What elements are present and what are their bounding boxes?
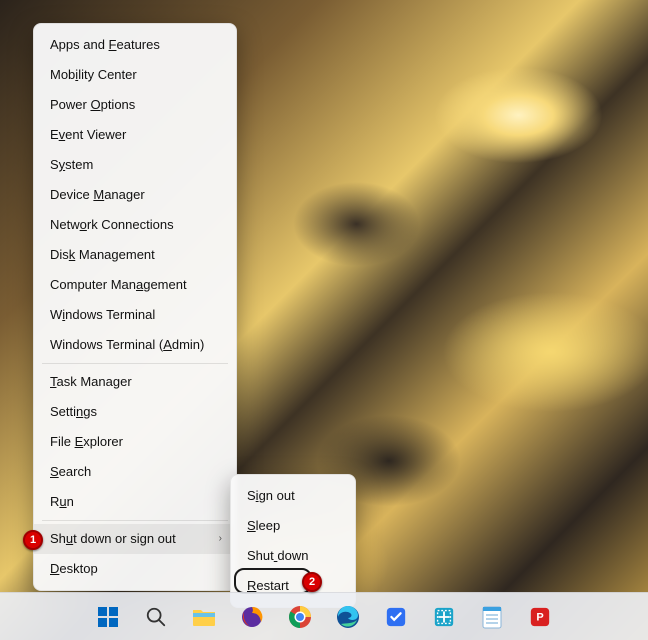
winx-item-computer-management[interactable]: Computer Management [34, 270, 236, 300]
menu-separator [42, 520, 228, 521]
menu-separator [42, 363, 228, 364]
menu-item-label: Power Options [50, 90, 222, 120]
folder-icon [192, 606, 216, 628]
menu-item-label: Search [50, 457, 222, 487]
edge-icon [336, 605, 360, 629]
annotation-badge-2-label: 2 [309, 576, 315, 588]
firefox-icon [240, 605, 264, 629]
menu-item-label: Run [50, 487, 222, 517]
winx-item-windows-terminal[interactable]: Windows Terminal [34, 300, 236, 330]
winx-item-desktop[interactable]: Desktop [34, 554, 236, 584]
menu-item-label: Windows Terminal [50, 300, 222, 330]
annotation-badge-2: 2 [302, 572, 322, 592]
menu-item-label: Shut down or sign out [50, 524, 219, 554]
menu-item-label: Computer Management [50, 270, 222, 300]
pdf-icon: P [529, 606, 551, 628]
screenshot-icon [433, 606, 455, 628]
shutdown-item-sign-out[interactable]: Sign out [231, 481, 355, 511]
windows-icon [96, 605, 120, 629]
start-button[interactable] [88, 597, 128, 637]
edge-button[interactable] [328, 597, 368, 637]
menu-item-label: File Explorer [50, 427, 222, 457]
notepad-button[interactable] [472, 597, 512, 637]
winx-item-shut-down-or-sign-out[interactable]: Shut down or sign out› [34, 524, 236, 554]
submenu-arrow-icon: › [219, 524, 222, 554]
annotation-badge-1-label: 1 [30, 534, 36, 546]
shutdown-item-sleep[interactable]: Sleep [231, 511, 355, 541]
menu-item-label: Settings [50, 397, 222, 427]
screenshot-app-button[interactable] [424, 597, 464, 637]
menu-item-label: Windows Terminal (Admin) [50, 330, 222, 360]
winx-item-device-manager[interactable]: Device Manager [34, 180, 236, 210]
todo-icon [385, 606, 407, 628]
winx-item-network-connections[interactable]: Network Connections [34, 210, 236, 240]
file-explorer-button[interactable] [184, 597, 224, 637]
todo-app-button[interactable] [376, 597, 416, 637]
search-icon [145, 606, 167, 628]
menu-item-label: Sleep [247, 511, 341, 541]
winx-item-system[interactable]: System [34, 150, 236, 180]
chrome-icon [288, 605, 312, 629]
notepad-icon [482, 605, 502, 629]
winx-context-menu: Apps and FeaturesMobility CenterPower Op… [33, 23, 237, 591]
winx-item-run[interactable]: Run [34, 487, 236, 517]
annotation-badge-1: 1 [23, 530, 43, 550]
winx-item-power-options[interactable]: Power Options [34, 90, 236, 120]
menu-item-label: Network Connections [50, 210, 222, 240]
menu-item-label: System [50, 150, 222, 180]
shutdown-submenu: Sign outSleepShut downRestart [230, 474, 356, 608]
winx-item-event-viewer[interactable]: Event Viewer [34, 120, 236, 150]
winx-item-windows-terminal-admin[interactable]: Windows Terminal (Admin) [34, 330, 236, 360]
menu-item-label: Device Manager [50, 180, 222, 210]
menu-item-label: Sign out [247, 481, 341, 511]
menu-item-label: Desktop [50, 554, 222, 584]
winx-item-mobility-center[interactable]: Mobility Center [34, 60, 236, 90]
menu-item-label: Mobility Center [50, 60, 222, 90]
search-button[interactable] [136, 597, 176, 637]
winx-item-disk-management[interactable]: Disk Management [34, 240, 236, 270]
winx-item-apps-and-features[interactable]: Apps and Features [34, 30, 236, 60]
shutdown-item-shut-down[interactable]: Shut down [231, 541, 355, 571]
firefox-button[interactable] [232, 597, 272, 637]
svg-text:P: P [536, 611, 543, 623]
menu-item-label: Task Manager [50, 367, 222, 397]
menu-item-label: Event Viewer [50, 120, 222, 150]
winx-item-file-explorer[interactable]: File Explorer [34, 427, 236, 457]
chrome-button[interactable] [280, 597, 320, 637]
menu-item-label: Apps and Features [50, 30, 222, 60]
menu-item-label: Disk Management [50, 240, 222, 270]
pdf-app-button[interactable]: P [520, 597, 560, 637]
winx-item-task-manager[interactable]: Task Manager [34, 367, 236, 397]
menu-item-label: Shut down [247, 541, 341, 571]
winx-item-settings[interactable]: Settings [34, 397, 236, 427]
winx-item-search[interactable]: Search [34, 457, 236, 487]
taskbar: P [0, 592, 648, 640]
